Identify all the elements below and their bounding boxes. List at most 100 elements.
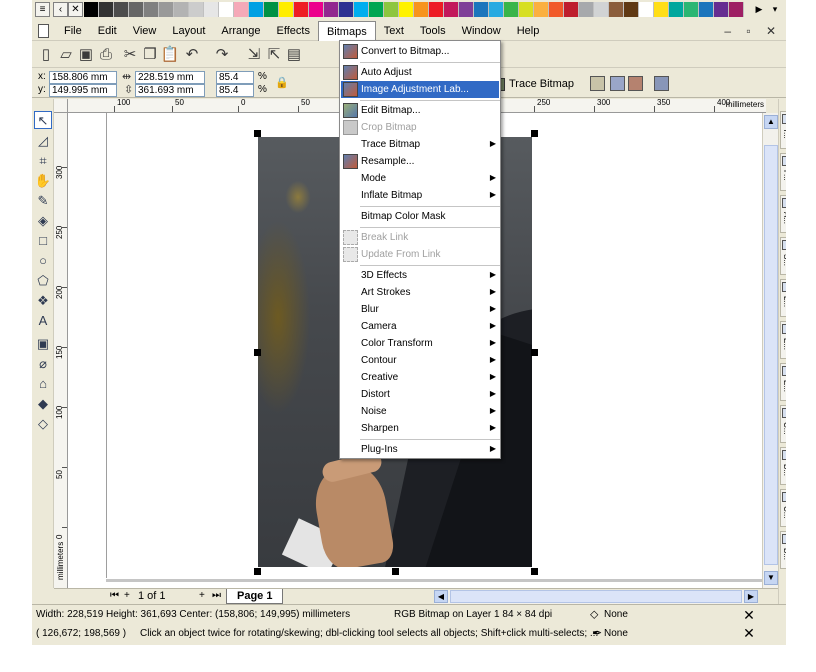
no-outline-icon[interactable]: ✕ [740,625,758,642]
color-swatch[interactable] [339,2,354,17]
horizontal-scrollbar[interactable]: ◀ ▶ [434,590,758,604]
copy-icon[interactable]: ❐ [140,45,160,65]
scroll-left-icon[interactable]: ‹ [53,2,68,17]
color-swatch[interactable] [624,2,639,17]
color-swatch[interactable] [159,2,174,17]
color-swatch[interactable] [489,2,504,17]
color-swatch[interactable] [324,2,339,17]
docker-tab[interactable]: E... [780,363,786,401]
color-swatch[interactable] [384,2,399,17]
color-swatch[interactable] [129,2,144,17]
color-swatch[interactable] [474,2,489,17]
color-swatch[interactable] [249,2,264,17]
height-field[interactable]: 361.693 mm [135,84,205,97]
no-fill-icon[interactable]: ✕ [740,607,758,624]
palette-options-icon[interactable]: ▾ [768,2,782,17]
add-page-after-icon[interactable]: + [199,590,205,601]
shape-tool-icon[interactable]: ◿ [34,132,52,150]
color-swatch[interactable] [354,2,369,17]
resample-icon[interactable] [628,76,643,91]
menu-text[interactable]: Text [376,21,412,41]
color-swatch[interactable] [594,2,609,17]
ellipse-tool-icon[interactable]: ○ [34,252,52,270]
vertical-ruler[interactable]: millimeters 300 250 200 150 100 50 0 [54,113,68,588]
color-swatch[interactable] [684,2,699,17]
print-icon[interactable]: ⎙ [96,45,116,65]
color-swatch[interactable] [114,2,129,17]
menu-item-creative[interactable]: Creative ▶ [341,369,499,386]
color-swatch[interactable] [309,2,324,17]
bitmap-color-mask-icon[interactable] [654,76,669,91]
menu-item-resample[interactable]: Resample... [341,153,499,170]
first-page-icon[interactable]: ⏮ [110,590,119,601]
color-swatch[interactable] [669,2,684,17]
menu-item-bitmap-color-mask[interactable]: Bitmap Color Mask [341,208,499,225]
color-swatch[interactable] [609,2,624,17]
color-swatch[interactable] [234,2,249,17]
rectangle-tool-icon[interactable]: □ [34,232,52,250]
basic-shapes-icon[interactable]: ❖ [34,292,52,310]
color-swatch[interactable] [174,2,189,17]
docker-tab[interactable]: T... [780,111,786,149]
color-swatch[interactable] [519,2,534,17]
docker-tab[interactable]: S... [780,237,786,275]
selection-handle[interactable] [531,349,538,356]
color-swatch[interactable] [459,2,474,17]
docker-tab[interactable]: F... [780,153,786,191]
no-fill-swatch[interactable]: ✕ [68,2,83,17]
outline-tool-icon[interactable]: ⌂ [34,375,52,393]
menu-arrange[interactable]: Arrange [213,21,268,41]
menu-item-noise[interactable]: Noise ▶ [341,403,499,420]
color-swatch[interactable] [714,2,729,17]
open-icon[interactable]: ▱ [56,45,76,65]
menu-bitmaps[interactable]: Bitmaps [317,21,376,41]
color-swatch[interactable] [399,2,414,17]
color-swatch[interactable] [279,2,294,17]
color-swatch[interactable] [444,2,459,17]
pan-tool-icon[interactable]: ✋ [34,172,52,190]
menu-layout[interactable]: Layout [164,21,213,41]
menu-effects[interactable]: Effects [269,21,318,41]
trace-bitmap-button[interactable]: Trace Bitmap [492,76,574,92]
selection-handle[interactable] [254,349,261,356]
width-field[interactable]: 228.519 mm [135,71,205,84]
color-swatch[interactable] [699,2,714,17]
color-swatch[interactable] [729,2,744,17]
menu-item-convert-to-bitmap[interactable]: Convert to Bitmap... [341,43,499,60]
page-tab[interactable]: Page 1 [226,589,284,604]
docker-tab[interactable]: B... [780,531,786,569]
menu-item-camera[interactable]: Camera ▶ [341,318,499,335]
menu-help[interactable]: Help [509,21,548,41]
menu-item-edit-bitmap[interactable]: Edit Bitmap... [341,102,499,119]
scroll-left-icon[interactable]: ◀ [434,590,448,603]
last-page-icon[interactable]: ⏭ [212,590,221,601]
color-swatch[interactable] [564,2,579,17]
scale-height-field[interactable]: 85.4 [216,84,254,97]
color-swatch[interactable] [414,2,429,17]
horizontal-scroll-thumb[interactable] [450,590,742,603]
menu-item-contour[interactable]: Contour ▶ [341,352,499,369]
color-swatch[interactable] [504,2,519,17]
color-swatch[interactable] [534,2,549,17]
fill-tool-icon[interactable]: ◆ [34,395,52,413]
color-swatch[interactable] [429,2,444,17]
cut-icon[interactable]: ✂ [120,45,140,65]
undo-icon[interactable]: ↶ [182,45,202,65]
add-page-icon[interactable]: + [124,590,130,601]
color-swatch[interactable] [219,2,234,17]
export-icon[interactable]: ⇱ [264,45,284,65]
polygon-tool-icon[interactable]: ⬠ [34,272,52,290]
docker-tab[interactable]: A... [780,195,786,233]
window-controls[interactable]: – ▫ ✕ [724,24,782,38]
color-swatch[interactable] [369,2,384,17]
app-menu-icon[interactable]: ≡ [35,2,50,17]
ruler-origin[interactable] [54,99,68,113]
paste-icon[interactable]: 📋 [160,45,180,65]
document-icon[interactable] [38,24,49,38]
menu-item-color-transform[interactable]: Color Transform ▶ [341,335,499,352]
import-icon[interactable]: ⇲ [244,45,264,65]
scroll-down-icon[interactable]: ▼ [764,571,778,585]
interactive-fill-icon[interactable]: ◇ [34,415,52,433]
color-swatch[interactable] [549,2,564,17]
x-position-field[interactable]: 158.806 mm [49,71,117,84]
